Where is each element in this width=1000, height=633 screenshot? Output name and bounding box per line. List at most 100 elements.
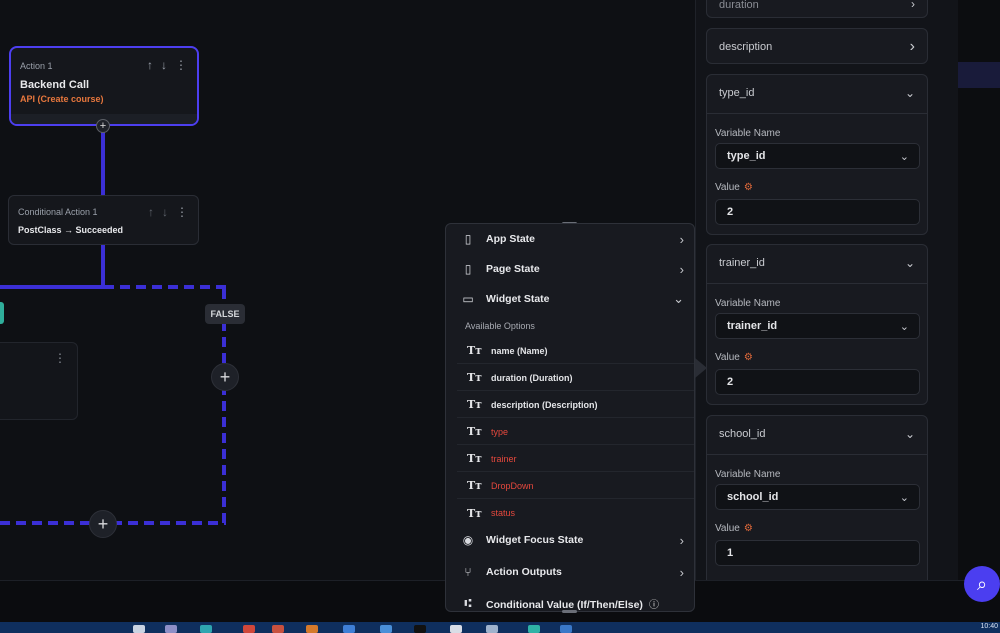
taskbar-app-icon[interactable]: [343, 625, 355, 633]
taskbar-app-icon[interactable]: [165, 625, 177, 633]
option-item[interactable]: Tт name (Name): [457, 338, 694, 364]
search-fab-button[interactable]: ⌕: [964, 566, 1000, 602]
more-options-icon[interactable]: ⋮: [175, 58, 187, 72]
menu-item-app-state[interactable]: ▯ App State ›: [446, 224, 694, 254]
value-text: 2: [727, 376, 734, 388]
option-item[interactable]: Tт DropDown: [457, 473, 694, 499]
menu-item-action-outputs[interactable]: ⑂ Action Outputs ›: [446, 557, 694, 587]
taskbar-app-icon[interactable]: [133, 625, 145, 633]
taskbar-app-icon[interactable]: [243, 625, 255, 633]
text-type-icon: Tт: [467, 452, 483, 465]
option-item[interactable]: Tт status: [457, 500, 694, 526]
conditional-action-card[interactable]: Conditional Action 1 PostClass → Succeed…: [8, 195, 199, 245]
add-action-false-branch-button[interactable]: +: [211, 363, 239, 391]
conditional-icon: ⑆: [464, 596, 472, 610]
value-text: 1: [727, 547, 734, 559]
option-label-error: status: [491, 508, 516, 518]
flow-line-vertical-1: [101, 126, 105, 195]
move-up-icon[interactable]: ↑: [148, 205, 154, 219]
variable-source-icon[interactable]: ⚙: [744, 523, 753, 534]
taskbar-clock[interactable]: 10:40: [980, 623, 998, 630]
menu-item-conditional-value[interactable]: ⑆ Conditional Value (If/Then/Else) ⓘ: [446, 588, 694, 611]
popup-drag-handle-bottom[interactable]: [562, 610, 577, 613]
param-section-trainer-id: trainer_id ⌄ Variable Name trainer_id ⌄ …: [706, 244, 928, 405]
param-row-label: duration: [719, 0, 759, 11]
flow-dashed-line-false-right: [222, 289, 226, 525]
chevron-down-icon: ⌄: [673, 291, 684, 306]
variable-source-icon[interactable]: ⚙: [744, 352, 753, 363]
more-options-icon[interactable]: ⋮: [176, 205, 188, 219]
taskbar-app-icon[interactable]: [486, 625, 498, 633]
variable-name-label: Variable Name: [715, 128, 781, 139]
taskbar-app-icon[interactable]: [306, 625, 318, 633]
flow-line-horizontal: [0, 285, 104, 289]
taskbar-app-icon[interactable]: [450, 625, 462, 633]
option-item[interactable]: Tт type: [457, 419, 694, 445]
text-type-icon: Tт: [467, 398, 483, 411]
chevron-down-icon[interactable]: ⌄: [905, 86, 915, 100]
param-section-type-id: type_id ⌄ Variable Name type_id ⌄ Value ⚙…: [706, 74, 928, 235]
chevron-right-icon: ›: [679, 564, 684, 580]
add-action-bottom-button[interactable]: +: [89, 510, 117, 538]
true-branch-tab[interactable]: [0, 302, 4, 324]
right-edge-strip: [958, 0, 1000, 580]
menu-item-widget-state[interactable]: ▭ Widget State ⌄: [446, 284, 694, 314]
chevron-down-icon: ⌄: [899, 150, 909, 163]
chevron-down-icon[interactable]: ⌄: [905, 256, 915, 270]
info-icon[interactable]: ⓘ: [649, 600, 659, 611]
option-item[interactable]: Tт description (Description): [457, 392, 694, 418]
taskbar-app-icon[interactable]: [200, 625, 212, 633]
variable-name-dropdown[interactable]: type_id ⌄: [715, 143, 920, 169]
move-down-icon[interactable]: ↓: [161, 58, 167, 72]
search-icon: ⌕: [976, 573, 988, 594]
option-label: name (Name): [491, 345, 548, 356]
conditional-card-title: PostClass → Succeeded: [18, 225, 124, 235]
menu-item-label: App State: [486, 233, 536, 245]
widget-icon: ▭: [462, 292, 474, 306]
add-action-plus-icon[interactable]: +: [96, 119, 110, 133]
move-up-icon[interactable]: ↑: [147, 58, 153, 72]
chevron-down-icon[interactable]: ⌄: [905, 427, 915, 441]
text-type-icon: Tт: [467, 425, 483, 438]
move-down-icon[interactable]: ↓: [162, 205, 168, 219]
flow-dashed-line-false-top: [104, 285, 228, 289]
option-label: duration (Duration): [491, 372, 573, 383]
param-section-header[interactable]: trainer_id: [719, 257, 765, 269]
variable-name-dropdown[interactable]: trainer_id ⌄: [715, 313, 920, 339]
option-item[interactable]: Tт trainer: [457, 446, 694, 472]
chevron-right-icon: ›: [679, 261, 684, 277]
value-field[interactable]: 1: [715, 540, 920, 566]
value-label: Value ⚙: [715, 523, 753, 534]
variable-name-value: type_id: [727, 150, 766, 162]
variable-name-dropdown[interactable]: school_id ⌄: [715, 484, 920, 510]
param-row-duration[interactable]: duration ›: [706, 0, 928, 18]
param-section-header[interactable]: school_id: [719, 428, 765, 440]
value-field[interactable]: 2: [715, 199, 920, 225]
taskbar-app-icon[interactable]: [380, 625, 392, 633]
taskbar-app-icon[interactable]: [414, 625, 426, 633]
action-card-subtitle: API (Create course): [20, 94, 104, 104]
variable-source-icon[interactable]: ⚙: [744, 182, 753, 193]
menu-item-page-state[interactable]: ▯ Page State ›: [446, 254, 694, 284]
available-options-label: Available Options: [465, 321, 535, 331]
taskbar-app-icon[interactable]: [560, 625, 572, 633]
option-item[interactable]: Tт duration (Duration): [457, 365, 694, 391]
chevron-down-icon: ⌄: [899, 491, 909, 504]
action-card-title: Backend Call: [20, 79, 90, 91]
variable-name-label: Variable Name: [715, 298, 781, 309]
taskbar-app-icon[interactable]: [528, 625, 540, 633]
action-card-index-label: Action 1: [20, 61, 53, 71]
conditional-card-index-label: Conditional Action 1: [18, 207, 98, 217]
menu-item-widget-focus-state[interactable]: ◉ Widget Focus State ›: [446, 525, 694, 555]
value-field[interactable]: 2: [715, 369, 920, 395]
param-row-description[interactable]: description ›: [706, 28, 928, 64]
menu-item-label: Conditional Value (If/Then/Else) ⓘ: [486, 598, 659, 611]
more-options-icon[interactable]: ⋮: [54, 351, 66, 365]
taskbar-app-icon[interactable]: [272, 625, 284, 633]
true-branch-action-card[interactable]: [0, 342, 78, 420]
action-card-backend-call[interactable]: Action 1 Backend Call API (Create course…: [9, 46, 199, 126]
false-branch-badge: FALSE: [205, 304, 245, 324]
param-section-header[interactable]: type_id: [719, 87, 754, 99]
right-edge-highlight: [958, 62, 1000, 88]
variable-name-value: trainer_id: [727, 320, 778, 332]
